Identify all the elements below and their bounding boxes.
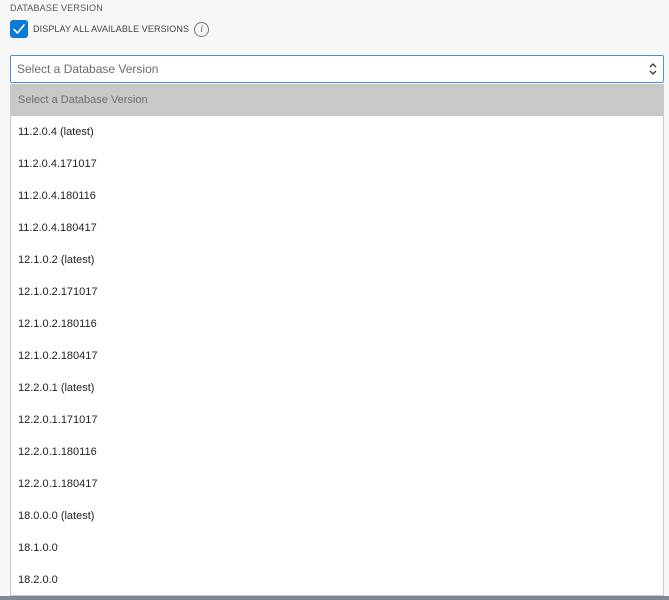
dropdown-option[interactable]: 12.2.0.1.180417 [11,468,663,500]
display-all-versions-checkbox[interactable] [10,20,28,38]
dropdown-option[interactable]: 12.1.0.2.171017 [11,276,663,308]
dropdown-placeholder-option[interactable]: Select a Database Version [11,84,663,116]
dropdown-option[interactable]: 18.2.0.0 [11,564,663,595]
page-bottom-bar [0,596,669,600]
checkmark-icon [13,24,25,34]
dropdown-option[interactable]: 11.2.0.4 (latest) [11,116,663,148]
dropdown-option[interactable]: 12.1.0.2.180116 [11,308,663,340]
dropdown-option[interactable]: 12.1.0.2 (latest) [11,244,663,276]
info-icon[interactable]: i [194,21,210,37]
select-arrows-icon [649,63,657,75]
dropdown-option[interactable]: 11.2.0.4.180417 [11,212,663,244]
dropdown-option[interactable]: 18.0.0.0 (latest) [11,500,663,532]
version-dropdown-list: Select a Database Version 11.2.0.4 (late… [10,84,664,596]
display-all-versions-row: DISPLAY ALL AVAILABLE VERSIONS i [10,19,210,39]
dropdown-option[interactable]: 12.1.0.2.180417 [11,340,663,372]
display-all-versions-label[interactable]: DISPLAY ALL AVAILABLE VERSIONS [33,24,189,34]
database-version-panel: DATABASE VERSION DISPLAY ALL AVAILABLE V… [0,0,669,600]
dropdown-option[interactable]: 12.2.0.1.171017 [11,404,663,436]
section-label: DATABASE VERSION [10,3,103,13]
select-current-value: Select a Database Version [17,62,159,76]
dropdown-option[interactable]: 11.2.0.4.180116 [11,180,663,212]
dropdown-option[interactable]: 18.1.0.0 [11,532,663,564]
dropdown-option[interactable]: 12.2.0.1.180116 [11,436,663,468]
database-version-select[interactable]: Select a Database Version [10,55,664,83]
dropdown-option[interactable]: 12.2.0.1 (latest) [11,372,663,404]
dropdown-option[interactable]: 11.2.0.4.171017 [11,148,663,180]
